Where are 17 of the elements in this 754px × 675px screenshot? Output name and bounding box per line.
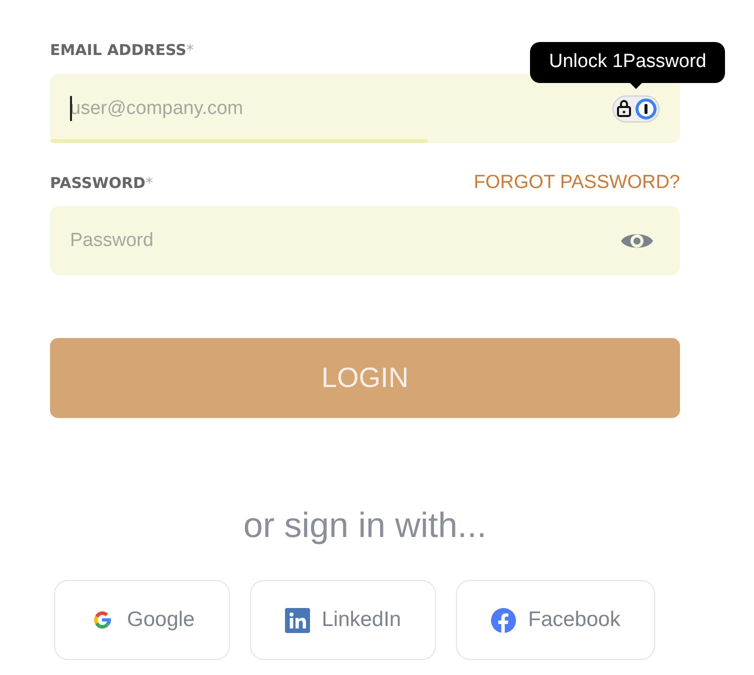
email-field[interactable]: user@company.com bbox=[50, 74, 680, 143]
sign-in-divider-text: or sign in with... bbox=[242, 506, 488, 546]
field-label: PASSWORD bbox=[50, 174, 146, 192]
required-mark: * bbox=[145, 174, 153, 192]
tooltip: Unlock 1Password bbox=[530, 42, 726, 83]
field-label: EMAIL ADDRESS bbox=[50, 41, 186, 59]
facebook-icon bbox=[491, 608, 516, 632]
forgot-password-link[interactable]: FORGOT PASSWORD? bbox=[474, 172, 680, 194]
required-mark: * bbox=[186, 41, 194, 59]
linkedin-icon bbox=[284, 608, 310, 632]
login-button[interactable]: LOGIN bbox=[50, 338, 680, 418]
tooltip-pointer-icon bbox=[629, 82, 643, 89]
social-login-button[interactable]: Facebook bbox=[456, 580, 656, 660]
password-manager-icon[interactable] bbox=[612, 94, 660, 122]
social-login-button[interactable]: Google bbox=[54, 580, 230, 660]
social-login-button[interactable]: LinkedIn bbox=[250, 580, 436, 660]
password-field[interactable]: Password bbox=[50, 206, 680, 275]
